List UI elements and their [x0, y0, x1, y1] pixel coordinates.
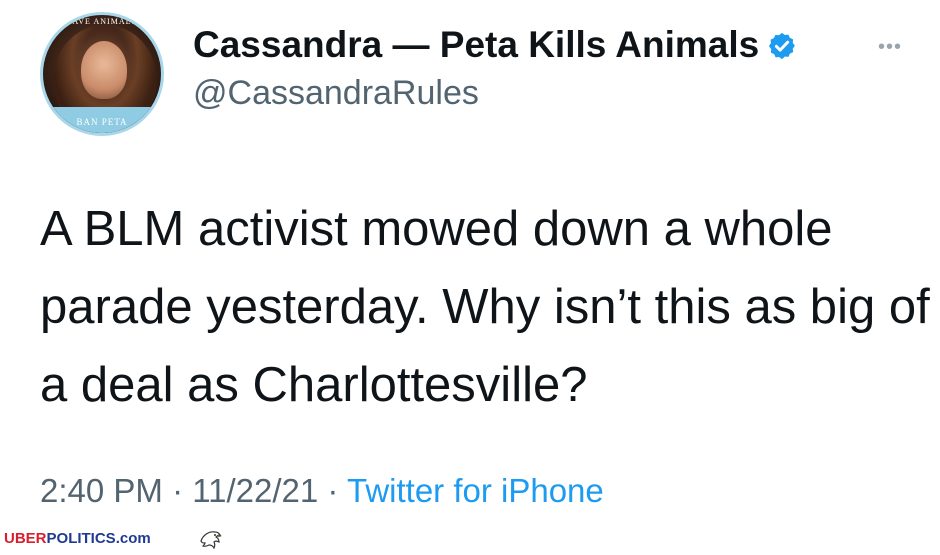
meta-separator: · — [162, 472, 193, 509]
avatar-badge-top: SAVE ANIMALS — [67, 17, 137, 26]
tweet-meta: 2:40 PM · 11/22/21 · Twitter for iPhone — [40, 472, 604, 510]
site-watermark: UBERPOLITICS.com — [4, 530, 151, 547]
watermark-part2: POLITICS — [46, 530, 116, 547]
eagle-icon — [200, 531, 222, 550]
display-name[interactable]: Cassandra — Peta Kills Animals — [193, 24, 797, 66]
tweet-time[interactable]: 2:40 PM — [40, 472, 163, 509]
user-handle[interactable]: @CassandraRules — [193, 74, 479, 113]
avatar-face — [81, 41, 127, 99]
more-options-icon[interactable]: ••• — [878, 36, 902, 59]
tweet-text: A BLM activist mowed down a whole parade… — [40, 202, 930, 412]
watermark-part3: .com — [115, 530, 151, 547]
tweet-source-link[interactable]: Twitter for iPhone — [347, 472, 604, 509]
tweet-date[interactable]: 11/22/21 — [192, 472, 318, 509]
meta-separator: · — [318, 472, 347, 509]
display-name-text[interactable]: Cassandra — Peta Kills Animals — [193, 24, 759, 65]
avatar-badge-bottom: BAN PETA — [76, 117, 128, 127]
avatar[interactable]: SAVE ANIMALS BAN PETA — [40, 12, 164, 136]
watermark-part1: UBER — [4, 530, 47, 547]
verified-badge-icon — [769, 32, 796, 60]
